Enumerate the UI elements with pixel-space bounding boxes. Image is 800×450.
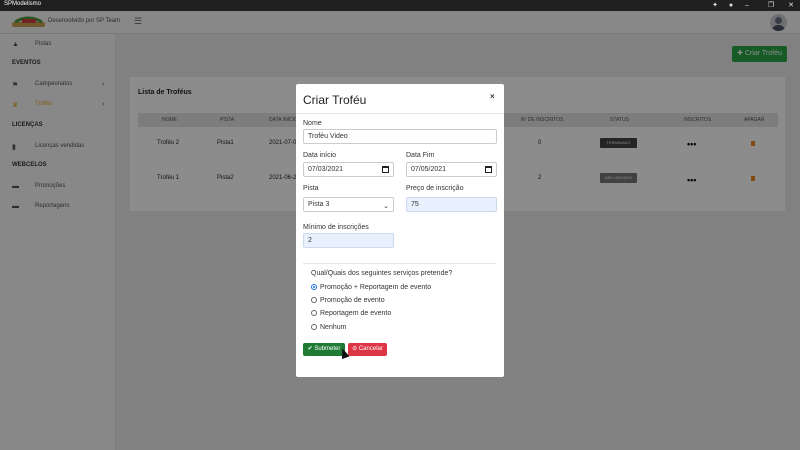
chevron-down-icon: ⌄: [383, 203, 389, 210]
minimize-icon[interactable]: –: [738, 0, 756, 11]
close-icon[interactable]: ×: [490, 92, 495, 101]
radio-button[interactable]: [311, 324, 317, 330]
minimo-label: Mínimo de inscrições: [303, 224, 369, 231]
cancel-circle-icon: ⊘: [352, 346, 359, 352]
data-inicio-label: Data início: [303, 152, 337, 159]
close-icon[interactable]: ✕: [782, 0, 800, 11]
calendar-icon[interactable]: [382, 166, 389, 173]
date-value: 07/05/2021: [411, 166, 447, 173]
calendar-icon[interactable]: [485, 166, 492, 173]
preco-input[interactable]: 75: [406, 197, 497, 212]
radio-option-promocao[interactable]: Promoção de evento: [311, 297, 385, 304]
window-titlebar: SPModelismo ✦ ● – ❐ ✕: [0, 0, 800, 11]
radio-option-nenhum[interactable]: Nenhum: [311, 324, 346, 331]
criar-trofeu-modal: Criar Troféu × Nome Troféu Video Data in…: [296, 84, 504, 377]
services-question: Qual/Quais dos seguintes serviços preten…: [311, 270, 453, 277]
radio-button[interactable]: [311, 310, 317, 316]
pista-label: Pista: [303, 185, 319, 192]
nome-input[interactable]: Troféu Video: [303, 129, 497, 144]
radio-button[interactable]: [311, 284, 317, 290]
cancel-button[interactable]: ⊘ Cancelar: [348, 343, 387, 356]
select-value: Pista 3: [308, 201, 330, 208]
pista-select[interactable]: Pista 3 ⌄: [303, 197, 394, 212]
radio-option-reportagem[interactable]: Reportagem de evento: [311, 310, 391, 317]
radio-option-promocao-reportagem[interactable]: Promoção + Reportagem de evento: [311, 284, 431, 291]
data-fim-label: Data Fim: [406, 152, 435, 159]
modal-title: Criar Troféu: [303, 93, 367, 107]
radio-button[interactable]: [311, 297, 317, 303]
divider: [296, 113, 504, 114]
preco-label: Preço de inscrição: [406, 185, 464, 192]
date-value: 07/03/2021: [308, 166, 344, 173]
divider: [303, 263, 496, 264]
nome-label: Nome: [303, 120, 322, 127]
minimo-input[interactable]: 2: [303, 233, 394, 248]
maximize-icon[interactable]: ❐: [762, 0, 780, 11]
data-fim-input[interactable]: 07/05/2021: [406, 162, 497, 177]
window-title: SPModelismo: [4, 1, 42, 7]
data-inicio-input[interactable]: 07/03/2021: [303, 162, 394, 177]
